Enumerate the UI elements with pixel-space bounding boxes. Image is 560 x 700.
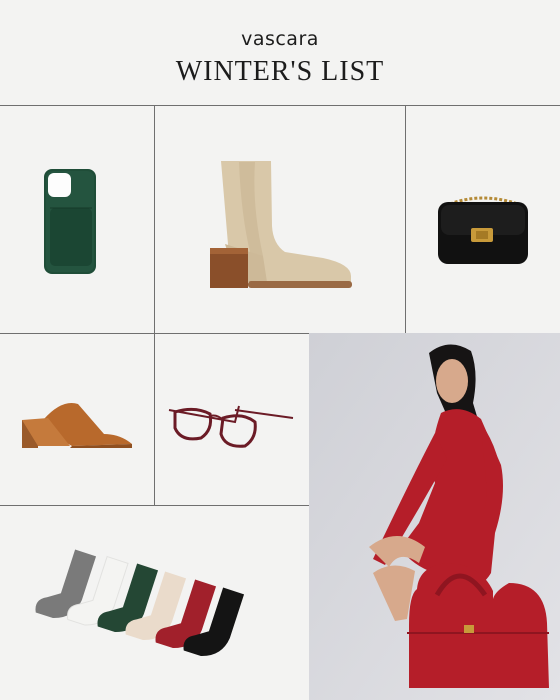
boot-image (210, 161, 352, 288)
product-chelsea-boot[interactable] (155, 106, 405, 333)
product-socks-set[interactable] (0, 506, 309, 700)
brand-logo: vascara (241, 28, 319, 50)
product-suede-mule[interactable] (0, 334, 154, 505)
product-eyeglasses[interactable] (155, 334, 309, 505)
model-image (309, 333, 560, 700)
eyeglasses-image (168, 405, 294, 448)
mule-image (22, 403, 132, 448)
phone-case-image (44, 169, 96, 274)
page-title: WINTER'S LIST (175, 56, 385, 87)
chain-bag-image (438, 196, 528, 264)
socks-image (35, 549, 245, 657)
winters-list-page: vascara WINTER'S LIST (0, 0, 560, 700)
product-phone-case[interactable] (0, 106, 154, 333)
product-chain-bag[interactable] (406, 106, 560, 333)
model-photo[interactable] (309, 333, 560, 700)
